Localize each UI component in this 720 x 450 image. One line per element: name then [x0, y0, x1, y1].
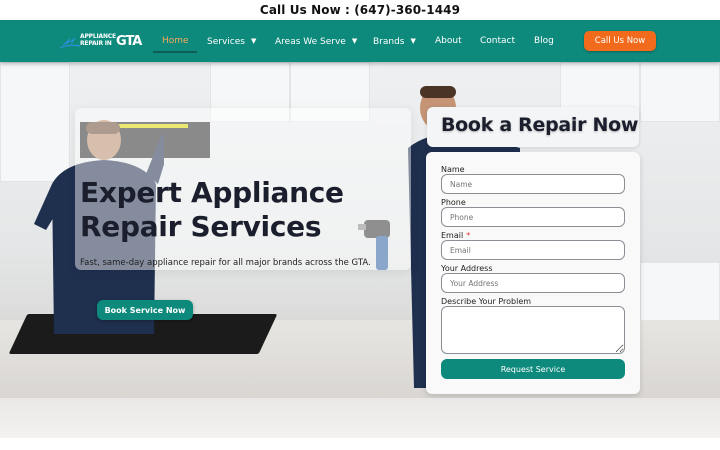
main-navigation: APPLIANCE REPAIR IN GTA Home Services ▼ A…	[0, 20, 720, 62]
lightning-bolt-icon	[60, 37, 81, 49]
name-label: Name	[441, 165, 465, 174]
name-label-text: Name	[441, 165, 465, 174]
chevron-down-icon: ▼	[351, 37, 358, 45]
logo-line-1: APPLIANCE	[80, 33, 116, 40]
call-us-now-button[interactable]: Call Us Now	[584, 31, 656, 51]
logo-mark: GTA	[116, 34, 142, 49]
nav-contact-label: Contact	[480, 36, 516, 46]
hero-title: Expert Appliance Repair Services	[80, 176, 344, 243]
nav-brands[interactable]: Brands ▼	[373, 34, 416, 48]
nav-blog[interactable]: Blog	[534, 34, 554, 48]
email-label: Email *	[441, 231, 470, 240]
nav-home[interactable]: Home	[162, 34, 189, 48]
phone-input[interactable]	[441, 207, 625, 227]
chevron-down-icon: ▼	[410, 37, 416, 45]
nav-areas-label: Areas We Serve	[275, 37, 346, 47]
address-input[interactable]	[441, 273, 625, 293]
call-us-text[interactable]: Call Us Now : (647)-360-1449	[260, 3, 460, 17]
address-label: Your Address	[441, 264, 492, 273]
nav-contact[interactable]: Contact	[480, 34, 515, 48]
logo-line-2: REPAIR IN	[80, 40, 112, 47]
logo-text: APPLIANCE REPAIR IN	[80, 33, 116, 47]
problem-label: Describe Your Problem	[441, 297, 531, 306]
cabinet-panel	[640, 262, 720, 322]
site-logo[interactable]: APPLIANCE REPAIR IN GTA	[60, 32, 142, 52]
required-marker: *	[466, 231, 471, 240]
nav-home-label: Home	[162, 36, 189, 46]
nav-about[interactable]: About	[435, 34, 462, 48]
nav-areas-we-serve[interactable]: Areas We Serve ▼	[275, 34, 357, 48]
nav-blog-label: Blog	[534, 36, 554, 46]
phone-label-text: Phone	[441, 198, 466, 207]
cabinet-panel	[640, 62, 720, 122]
hero-subtitle: Fast, same-day appliance repair for all …	[80, 258, 371, 268]
book-service-now-button[interactable]: Book Service Now	[97, 300, 193, 320]
address-label-text: Your Address	[441, 264, 493, 273]
problem-label-text: Describe Your Problem	[441, 297, 532, 306]
request-service-button[interactable]: Request Service	[441, 359, 625, 379]
email-input[interactable]	[441, 240, 625, 260]
phone-label: Phone	[441, 198, 466, 207]
section-below-hero	[0, 398, 720, 438]
form-title: Book a Repair Now	[441, 114, 639, 136]
nav-brands-label: Brands	[373, 37, 405, 47]
active-nav-underline	[153, 51, 197, 53]
problem-textarea[interactable]	[441, 306, 625, 354]
chevron-down-icon: ▼	[250, 37, 257, 45]
nav-services[interactable]: Services ▼	[207, 34, 256, 48]
nav-services-label: Services	[207, 37, 245, 47]
top-call-bar: Call Us Now : (647)-360-1449	[0, 0, 720, 20]
nav-about-label: About	[435, 36, 462, 46]
name-input[interactable]	[441, 174, 625, 194]
email-label-text: Email	[441, 231, 464, 240]
